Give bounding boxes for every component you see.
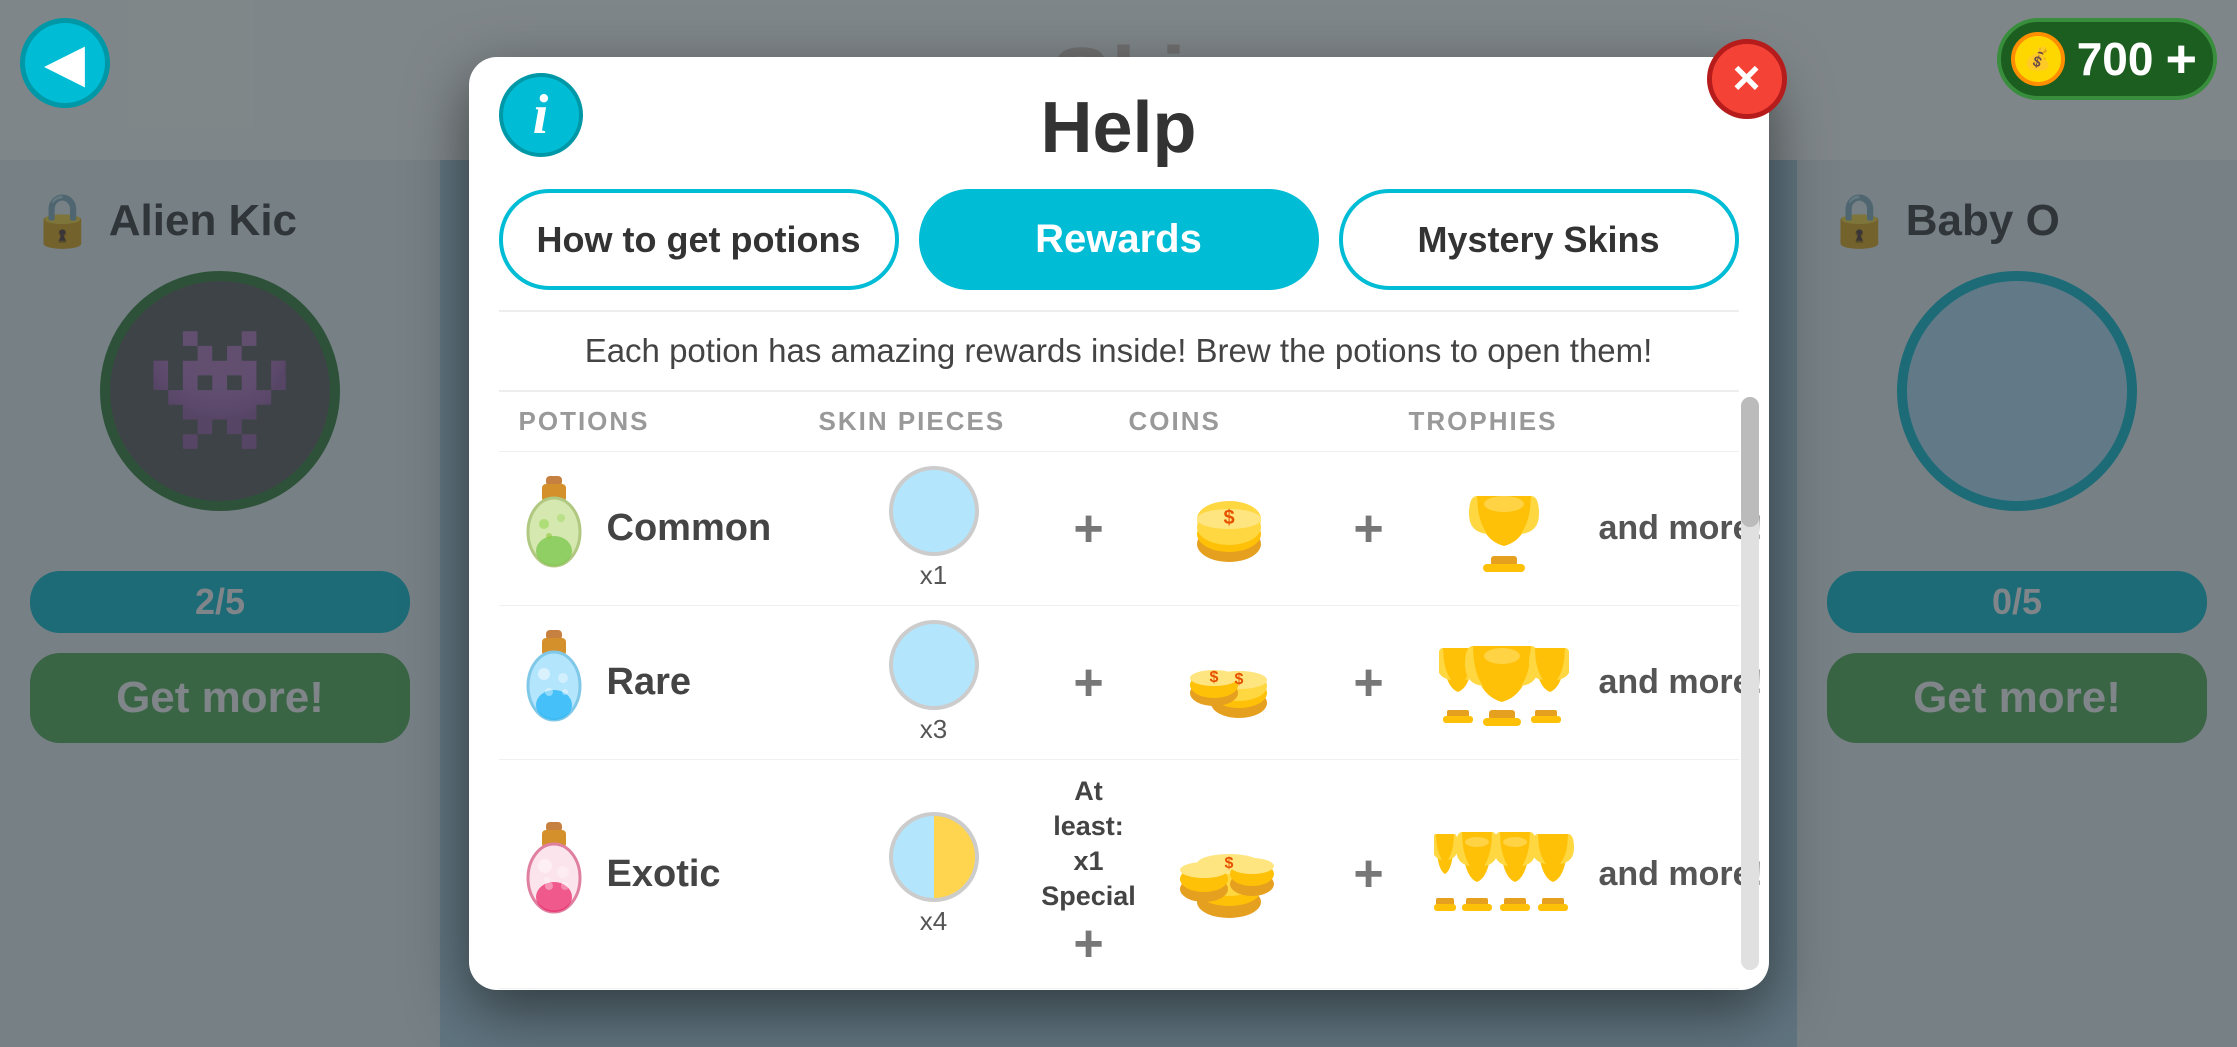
common-label: Common: [607, 507, 772, 550]
back-button[interactable]: ◀: [20, 18, 110, 108]
common-plus-2: +: [1329, 499, 1409, 559]
header-skin-pieces: SKIN PIECES: [819, 406, 1049, 437]
close-button[interactable]: ×: [1707, 39, 1787, 119]
modal-content: Each potion has amazing rewards inside! …: [469, 310, 1769, 990]
rare-plus-1: +: [1049, 653, 1129, 713]
exotic-potion-icon: [519, 822, 589, 927]
svg-text:$: $: [1209, 669, 1218, 686]
table-header-row: POTIONS SKIN PIECES COINS TROPHIES: [499, 392, 1739, 451]
rare-label: Rare: [607, 661, 692, 704]
rare-skin-cell: x3: [819, 620, 1049, 745]
exotic-skin-piece-icon: [889, 812, 979, 902]
exotic-potion-cell: Exotic: [519, 822, 819, 927]
exotic-coins-icon: $: [1174, 824, 1284, 924]
table-row-ultra: At least:: [499, 988, 1739, 990]
modal-tabs: How to get potions Rewards Mystery Skins: [469, 189, 1769, 310]
rare-potion-icon: [519, 630, 589, 735]
svg-text:$: $: [1234, 671, 1243, 688]
common-coins-icon: $: [1184, 489, 1274, 569]
exotic-label: Exotic: [607, 853, 721, 896]
exotic-trophy-cell: [1409, 824, 1599, 924]
scrollbar-thumb[interactable]: [1741, 397, 1759, 527]
exotic-skin-count: x4: [920, 906, 947, 937]
tab-how-to-get-potions[interactable]: How to get potions: [499, 189, 899, 290]
coin-display: 💰 700 +: [1997, 18, 2217, 100]
rare-trophy-icon: [1439, 638, 1569, 728]
svg-text:$: $: [1224, 855, 1233, 872]
header-coins: COINS: [1129, 406, 1329, 437]
coin-icon: 💰: [2011, 32, 2065, 86]
common-potion-cell: Common: [519, 476, 819, 581]
rare-plus-2: +: [1329, 653, 1409, 713]
exotic-trophy-icon: [1434, 824, 1574, 924]
scrollbar-track[interactable]: [1741, 397, 1759, 970]
rewards-description: Each potion has amazing rewards inside! …: [499, 310, 1739, 392]
svg-text:$: $: [1223, 507, 1234, 529]
rare-potion-cell: Rare: [519, 630, 819, 735]
table-row-exotic: Exotic x4 At least: x1 Special +: [499, 759, 1739, 988]
exotic-skin-cell: x4: [819, 812, 1049, 937]
back-arrow-icon: ◀: [46, 34, 84, 92]
rewards-table: POTIONS SKIN PIECES COINS TROPHIES: [499, 392, 1739, 990]
modal-title: Help: [1040, 87, 1196, 169]
exotic-plus-2: +: [1329, 844, 1409, 904]
help-modal: × i Help How to get potions Rewards Myst…: [469, 57, 1769, 990]
rare-trophy-cell: [1409, 638, 1599, 728]
common-trophy-icon: [1459, 484, 1549, 574]
tab-mystery-skins[interactable]: Mystery Skins: [1339, 189, 1739, 290]
coin-plus-icon[interactable]: +: [2165, 32, 2197, 86]
common-skin-count: x1: [920, 560, 947, 591]
info-icon: i: [499, 73, 583, 157]
exotic-coins-cell: $: [1129, 824, 1329, 924]
tab-rewards[interactable]: Rewards: [919, 189, 1319, 290]
modal-overlay: × i Help How to get potions Rewards Myst…: [0, 0, 2237, 1047]
common-coins-cell: $: [1129, 489, 1329, 569]
common-plus-1: +: [1049, 499, 1129, 559]
rare-skin-count: x3: [920, 714, 947, 745]
exotic-plus-1: At least: x1 Special +: [1049, 774, 1129, 974]
coin-amount: 700: [2077, 32, 2154, 86]
close-icon: ×: [1732, 55, 1760, 103]
header-trophies: TROPHIES: [1409, 406, 1599, 437]
rare-coins-cell: $ $: [1129, 638, 1329, 728]
table-row-common: Common x1 +: [499, 451, 1739, 605]
header-potions: POTIONS: [519, 406, 819, 437]
common-skin-piece-icon: [889, 466, 979, 556]
rare-coins-icon: $ $: [1179, 638, 1279, 728]
common-potion-icon: [519, 476, 589, 581]
common-skin-cell: x1: [819, 466, 1049, 591]
table-row-rare: Rare x3 +: [499, 605, 1739, 759]
rare-skin-piece-icon: [889, 620, 979, 710]
common-trophy-cell: [1409, 484, 1599, 574]
modal-header: i Help: [469, 57, 1769, 189]
